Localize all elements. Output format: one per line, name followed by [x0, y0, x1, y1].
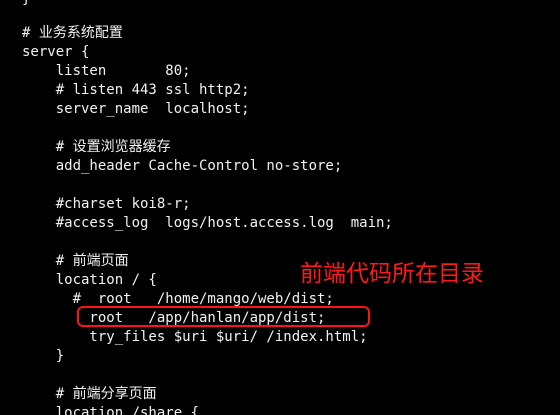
highlight-box: [77, 306, 370, 327]
code-line-access-log-comment: #access_log logs/host.access.log main;: [22, 215, 393, 231]
code-line-listen-ssl-comment: # listen 443 ssl http2;: [22, 82, 250, 98]
code-line-comment-business-config: # 业务系统配置: [22, 25, 123, 41]
code-line-location-close: }: [22, 348, 65, 364]
code-line-try-files: try_files $uri $uri/ /index.html;: [22, 329, 368, 345]
code-line-comment-share-page: # 前端分享页面: [22, 386, 157, 402]
code-line-add-header: add_header Cache-Control no-store;: [22, 158, 343, 174]
code-line-location-share: location /share {: [22, 405, 200, 415]
code-line-comment-frontend-page: # 前端页面: [22, 253, 129, 269]
code-line-listen: listen 80;: [22, 63, 191, 79]
code-line-server-name: server_name localhost;: [22, 101, 250, 117]
code-line-comment-browser-cache: # 设置浏览器缓存: [22, 139, 171, 155]
annotation-label: 前端代码所在目录: [300, 261, 484, 287]
code-line-location-root: location / {: [22, 272, 157, 288]
terminal-window: } # 业务系统配置 server { listen 80; # listen …: [0, 0, 560, 415]
code-line-server-block: server {: [22, 44, 90, 60]
code-line-charset-comment: #charset koi8-r;: [22, 196, 191, 212]
code-line-closing-brace: }: [22, 0, 30, 9]
